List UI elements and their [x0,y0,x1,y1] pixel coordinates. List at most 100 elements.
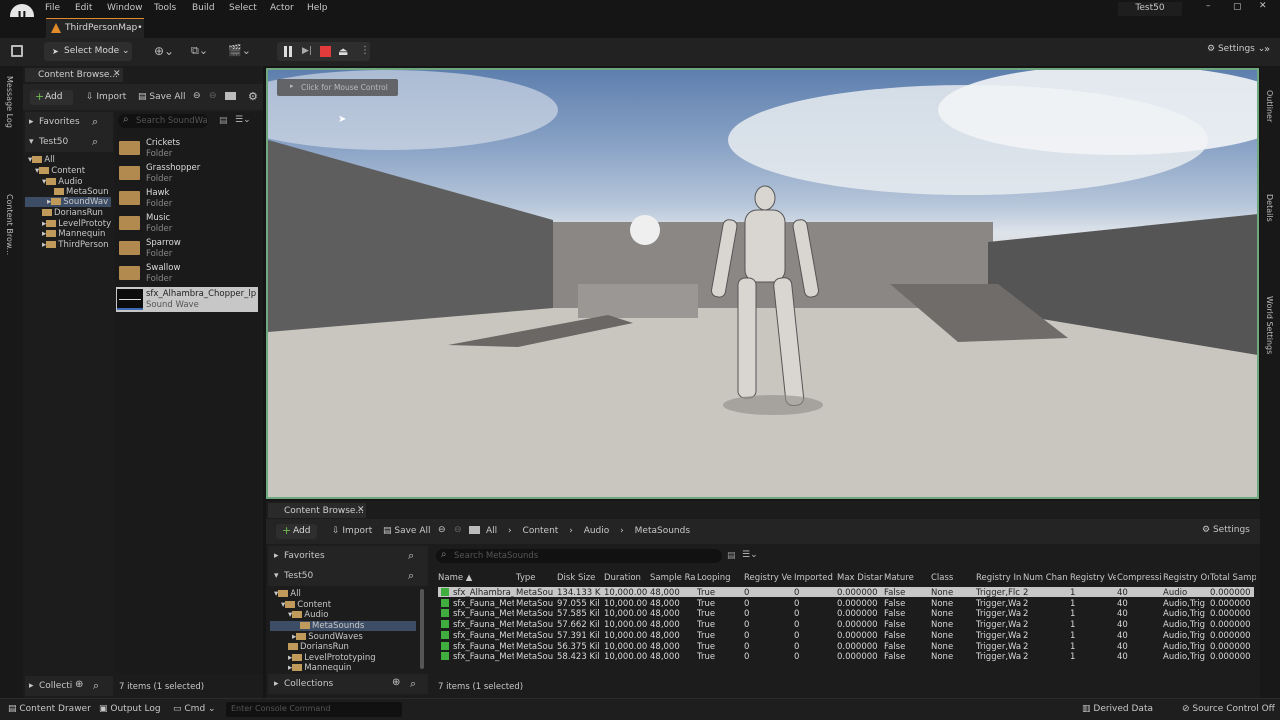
column-header[interactable]: Looping [697,573,743,585]
stop-icon[interactable] [320,46,331,57]
level-viewport[interactable]: ▸ Click for Mouse Control ➤ [266,68,1259,499]
output-log-button[interactable]: ▣ Output Log [99,704,161,714]
tree-item-content[interactable]: ▾ Content [281,600,331,610]
back-icon[interactable]: ⊖ [438,525,446,535]
content-browser-sidebar-tab[interactable]: Content Brow... [5,194,14,255]
minimize-icon[interactable]: – [1206,1,1211,11]
column-header[interactable]: Registry In [976,573,1022,585]
collections-header[interactable]: ▸ Collecti ⊕ ⌕ [25,676,113,696]
column-header[interactable]: Registry Ou [1163,573,1209,585]
project-header[interactable]: ▾ Test50 ⌕ [25,132,113,152]
search-input[interactable]: ⌕ Search SoundWa [118,114,208,128]
asset-name[interactable]: Sparrow [146,238,181,248]
settings-button[interactable]: ⚙ Settings ⌄ [1207,44,1265,54]
project-header[interactable]: ▾ Test50 ⌕ [268,566,428,586]
import-button[interactable]: ⇩ Import [332,526,372,536]
close-tab-icon[interactable]: ✕ [357,505,365,515]
map-tab[interactable]: ThirdPersonMap• [46,18,144,38]
tree-item-all[interactable]: ▾ All [274,589,301,599]
save-all-button[interactable]: ▤ Save All [138,92,186,102]
column-header[interactable]: Disk Size [557,573,603,585]
tree-item-mannequin[interactable]: ▸ Mannequin [42,229,105,239]
console-input[interactable]: Enter Console Command [226,702,402,717]
tree-item-audio[interactable]: ▾ Audio [288,610,328,620]
favorites-header[interactable]: ▸ Favorites ⌕ [268,546,428,566]
column-header[interactable]: Total Samp [1210,573,1256,585]
tree-item-levelprototyping[interactable]: ▸ LevelPrototy [42,219,111,229]
add-button[interactable]: + Add [30,90,73,105]
more-icon[interactable]: » [1264,44,1270,55]
column-header[interactable]: Class [931,573,975,585]
search-icon[interactable]: ⌕ [410,677,416,691]
column-header[interactable]: Max Distar [837,573,883,585]
asset-name[interactable]: Crickets [146,138,180,148]
search-input[interactable]: ⌕ Search MetaSounds [436,549,722,563]
select-mode-dropdown[interactable]: ➤ Select Mode ⌄ [44,42,132,61]
menu-tools[interactable]: Tools [154,3,176,13]
forward-icon[interactable]: ⊖ [209,91,217,101]
settings-gear-icon[interactable]: ⚙ [248,90,258,103]
column-header[interactable]: Mature [884,573,930,585]
collections-header[interactable]: ▸ Collections ⊕ ⌕ [268,674,428,694]
source-control-button[interactable]: ⊘ Source Control Off [1182,704,1275,714]
save-icon[interactable] [11,45,23,57]
import-button[interactable]: ⇩ Import [86,92,126,102]
derived-data-button[interactable]: ▥ Derived Data [1082,704,1153,714]
breadcrumb-all[interactable]: All [486,526,497,536]
details-tab[interactable]: Details [1265,194,1274,222]
maximize-icon[interactable]: ▢ [1233,2,1242,12]
tree-item-soundwaves[interactable]: ▸ SoundWaves [292,632,363,642]
column-header[interactable]: Registry Ve [1070,573,1116,585]
search-icon[interactable]: ⌕ [408,569,414,583]
add-collection-icon[interactable]: ⊕ [392,677,400,688]
content-browser-tab[interactable]: Content Browse... ✕ [268,503,366,518]
tree-item-metasounds[interactable]: MetaSoun [54,187,108,197]
play-options-icon[interactable]: ⋮ [360,45,370,56]
tree-item-metasounds[interactable]: MetaSounds [270,621,416,631]
menu-window[interactable]: Window [107,3,143,13]
tree-item-mannequin[interactable]: ▸ Mannequin [288,663,351,672]
blueprint-icon[interactable]: ⧉⌄ [191,44,208,58]
menu-help[interactable]: Help [307,3,328,13]
close-icon[interactable]: ✕ [1259,1,1267,11]
menu-edit[interactable]: Edit [75,3,92,13]
selected-asset-row[interactable]: sfx_Alhambra_Chopper_lp Sound Wave [116,287,258,312]
column-header[interactable]: Name ▲ [438,573,514,585]
save-search-icon[interactable]: ▤ [727,551,736,561]
search-icon[interactable]: ⌕ [92,135,98,149]
search-icon[interactable]: ⌕ [93,679,99,693]
search-icon[interactable]: ⌕ [408,549,414,563]
add-button[interactable]: + Add [276,524,317,539]
menu-build[interactable]: Build [192,3,215,13]
asset-name[interactable]: Music [146,213,170,223]
message-log-tab[interactable]: Message Log [5,76,14,128]
back-icon[interactable]: ⊖ [193,91,201,101]
breadcrumb-content[interactable]: Content [523,526,559,536]
settings-button[interactable]: ⚙ Settings [1202,525,1250,535]
mouse-control-hint[interactable]: ▸ Click for Mouse Control [277,79,398,96]
search-icon[interactable]: ⌕ [92,115,98,129]
tree-item-doriansrun[interactable]: DoriansRun [288,642,349,652]
favorites-header[interactable]: ▸ Favorites ⌕ [25,112,113,132]
tree-item-thirdperson[interactable]: ▸ ThirdPerson [42,240,109,250]
tree-item-levelprototyping[interactable]: ▸ LevelPrototyping [288,653,376,663]
forward-icon[interactable]: ⊖ [454,525,462,535]
frame-skip-icon[interactable]: ▶| [302,46,312,56]
save-search-icon[interactable]: ▤ [219,116,228,126]
world-settings-tab[interactable]: World Settings [1265,296,1274,354]
column-header[interactable]: Num Chan [1023,573,1069,585]
tree-item-audio[interactable]: ▾ Audio [42,177,82,187]
breadcrumb-metasounds[interactable]: MetaSounds [635,526,690,536]
add-collection-icon[interactable]: ⊕ [75,679,83,690]
column-header[interactable]: Compressi [1117,573,1162,585]
column-header[interactable]: Imported S [794,573,836,585]
add-actor-icon[interactable]: ⊕⌄ [154,44,174,58]
content-drawer-button[interactable]: ▤ Content Drawer [8,704,91,714]
asset-name[interactable]: Hawk [146,188,169,198]
asset-name[interactable]: Grasshopper [146,163,200,173]
cmd-dropdown[interactable]: ▭ Cmd ⌄ [173,704,216,714]
menu-select[interactable]: Select [229,3,257,13]
tree-item-content[interactable]: ▾ Content [35,166,85,176]
column-header[interactable]: Type [516,573,556,585]
asset-name[interactable]: Swallow [146,263,180,273]
